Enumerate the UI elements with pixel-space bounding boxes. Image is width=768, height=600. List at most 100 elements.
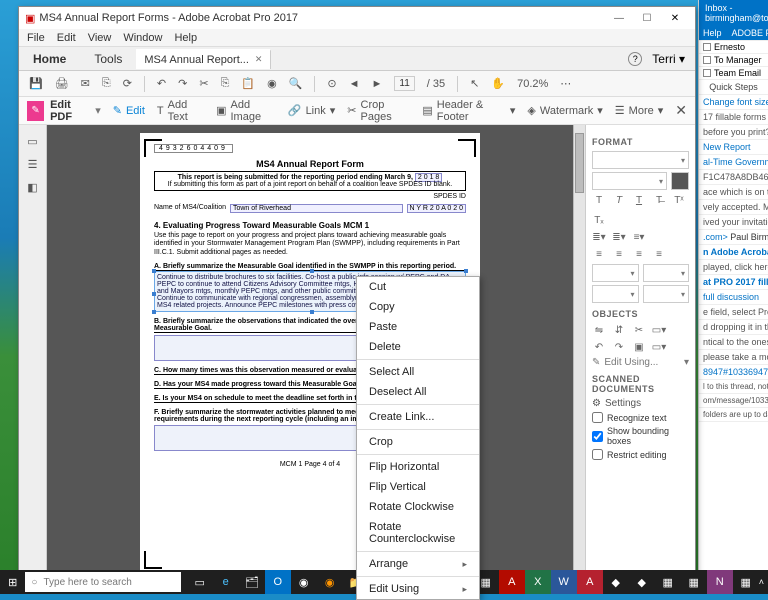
- chrome-icon[interactable]: ◉: [291, 570, 317, 594]
- paste-icon[interactable]: 📋: [241, 77, 255, 90]
- align-right-icon[interactable]: ≡: [632, 247, 646, 261]
- ctx-delete[interactable]: Delete: [357, 337, 479, 357]
- font-size-select[interactable]: ▾: [592, 172, 667, 190]
- acrobat-taskbar-icon[interactable]: A: [499, 570, 525, 594]
- tab-tools[interactable]: Tools: [80, 48, 136, 70]
- selection-tool-icon[interactable]: ↖: [470, 77, 479, 90]
- thumbnails-icon[interactable]: ▭: [27, 135, 37, 148]
- taskbar-search[interactable]: ○ Type here to search: [25, 572, 180, 592]
- align-objects-icon[interactable]: ▭▾: [652, 340, 666, 354]
- menu-file[interactable]: File: [27, 32, 45, 44]
- rotate-cw-icon[interactable]: ↷: [612, 340, 626, 354]
- outlook-icon[interactable]: O: [265, 570, 291, 594]
- snapshot-icon[interactable]: ◉: [267, 77, 277, 90]
- prev-page-icon[interactable]: ◄: [349, 78, 360, 90]
- app6-icon[interactable]: ▦: [681, 570, 707, 594]
- start-button[interactable]: ⊞: [0, 570, 25, 594]
- ctx-crop[interactable]: Crop: [357, 432, 479, 452]
- app5-icon[interactable]: ◆: [629, 570, 655, 594]
- ie-icon[interactable]: e: [213, 570, 239, 594]
- align-justify-icon[interactable]: ≡: [652, 247, 666, 261]
- strike-icon[interactable]: T̶: [652, 193, 666, 207]
- show-bounding-boxes-checkbox[interactable]: Show bounding boxes: [592, 426, 689, 446]
- maximize-button[interactable]: ☐: [633, 11, 661, 25]
- add-image-button[interactable]: ▣Add Image: [216, 99, 276, 123]
- find-icon[interactable]: 🔍: [289, 77, 303, 90]
- redo-icon[interactable]: ↷: [178, 77, 187, 90]
- ctx-rotate-ccw[interactable]: Rotate Counterclockwise: [357, 517, 479, 549]
- ctx-copy[interactable]: Copy: [357, 297, 479, 317]
- crop-icon[interactable]: ✂: [632, 323, 646, 337]
- tab-home[interactable]: Home: [19, 48, 80, 70]
- underline-icon[interactable]: T: [632, 193, 646, 207]
- next-page-icon[interactable]: ►: [372, 78, 383, 90]
- firefox-icon[interactable]: ◉: [317, 570, 343, 594]
- zoom-level[interactable]: 70.2%: [517, 78, 548, 90]
- bullet-list-icon[interactable]: ≣▾: [592, 230, 606, 244]
- superscript-icon[interactable]: Tˣ: [672, 193, 686, 207]
- undo-icon[interactable]: ↶: [157, 77, 166, 90]
- minimize-button[interactable]: —: [605, 11, 633, 25]
- ctx-paste[interactable]: Paste: [357, 317, 479, 337]
- watermark-button[interactable]: ◈Watermark▾: [527, 104, 602, 117]
- more-tools-icon[interactable]: ⋯: [560, 77, 571, 90]
- recognize-text-checkbox[interactable]: Recognize text: [592, 412, 689, 423]
- bold-icon[interactable]: T: [592, 193, 606, 207]
- word-icon[interactable]: W: [551, 570, 577, 594]
- ctx-deselect-all[interactable]: Deselect All: [357, 382, 479, 402]
- link-button[interactable]: 🔗Link▾: [288, 104, 335, 117]
- taskview-icon[interactable]: ▭: [187, 570, 213, 594]
- ctx-edit-using[interactable]: Edit Using▸: [357, 579, 479, 599]
- edit-using-button[interactable]: ✎Edit Using...▾: [592, 357, 689, 368]
- user-menu[interactable]: Terri ▾: [652, 52, 685, 66]
- tray-up-icon[interactable]: ˄: [759, 577, 764, 587]
- rotate-ccw-icon[interactable]: ↶: [592, 340, 606, 354]
- ctx-flip-horizontal[interactable]: Flip Horizontal: [357, 457, 479, 477]
- add-text-button[interactable]: TAdd Text: [157, 99, 204, 123]
- close-editbar-button[interactable]: ✕: [675, 102, 687, 119]
- paragraph-spacing-1[interactable]: ▾: [592, 264, 639, 282]
- autocad-icon[interactable]: A: [577, 570, 603, 594]
- number-list-icon[interactable]: ≣▾: [612, 230, 626, 244]
- calculator-icon[interactable]: ▦: [655, 570, 681, 594]
- tab-close-icon[interactable]: ✕: [255, 54, 263, 65]
- tab-document[interactable]: MS4 Annual Report...✕: [136, 49, 271, 69]
- vertical-scrollbar[interactable]: [573, 125, 585, 575]
- settings-button[interactable]: ⚙Settings: [592, 398, 689, 409]
- ctx-select-all[interactable]: Select All: [357, 362, 479, 382]
- char-spacing[interactable]: ▾: [592, 285, 639, 303]
- ctx-flip-vertical[interactable]: Flip Vertical: [357, 477, 479, 497]
- restrict-editing-checkbox[interactable]: Restrict editing: [592, 449, 689, 460]
- app4-icon[interactable]: ◆: [603, 570, 629, 594]
- document-area[interactable]: 4932604409 MS4 Annual Report Form This r…: [47, 125, 573, 575]
- font-family-select[interactable]: ▾: [592, 151, 689, 169]
- menu-window[interactable]: Window: [123, 32, 162, 44]
- help-icon[interactable]: ?: [628, 52, 642, 66]
- scale[interactable]: ▾: [643, 285, 690, 303]
- paragraph-spacing-2[interactable]: ▾: [643, 264, 690, 282]
- align-left-icon[interactable]: ≡: [592, 247, 606, 261]
- ctx-rotate-cw[interactable]: Rotate Clockwise: [357, 497, 479, 517]
- ctx-create-link[interactable]: Create Link...: [357, 407, 479, 427]
- page-up-icon[interactable]: ⊙: [327, 77, 336, 90]
- page-number-input[interactable]: 11: [394, 76, 414, 91]
- flip-h-icon[interactable]: ⇋: [592, 323, 606, 337]
- linespacing-icon[interactable]: ≡▾: [632, 230, 646, 244]
- menu-edit[interactable]: Edit: [57, 32, 76, 44]
- outlook-help[interactable]: Help: [703, 28, 722, 38]
- close-button[interactable]: ✕: [661, 11, 689, 25]
- ctx-arrange[interactable]: Arrange▸: [357, 554, 479, 574]
- arrange-icon[interactable]: ▭▾: [652, 323, 666, 337]
- menu-help[interactable]: Help: [174, 32, 197, 44]
- onenote-icon[interactable]: N: [707, 570, 733, 594]
- copy-icon[interactable]: ⎘: [221, 77, 230, 90]
- save-icon[interactable]: 💾: [29, 77, 43, 90]
- email-icon[interactable]: ✉: [81, 77, 90, 90]
- bookmarks-icon[interactable]: ☰: [28, 158, 38, 171]
- attachments-icon[interactable]: ◧: [27, 181, 37, 194]
- crop-pages-button[interactable]: ✂Crop Pages: [347, 99, 410, 123]
- ctx-cut[interactable]: Cut: [357, 277, 479, 297]
- header-footer-button[interactable]: ▤Header & Footer▾: [422, 99, 515, 123]
- cut-icon[interactable]: ✂: [199, 77, 208, 90]
- app7-icon[interactable]: ▦: [733, 570, 759, 594]
